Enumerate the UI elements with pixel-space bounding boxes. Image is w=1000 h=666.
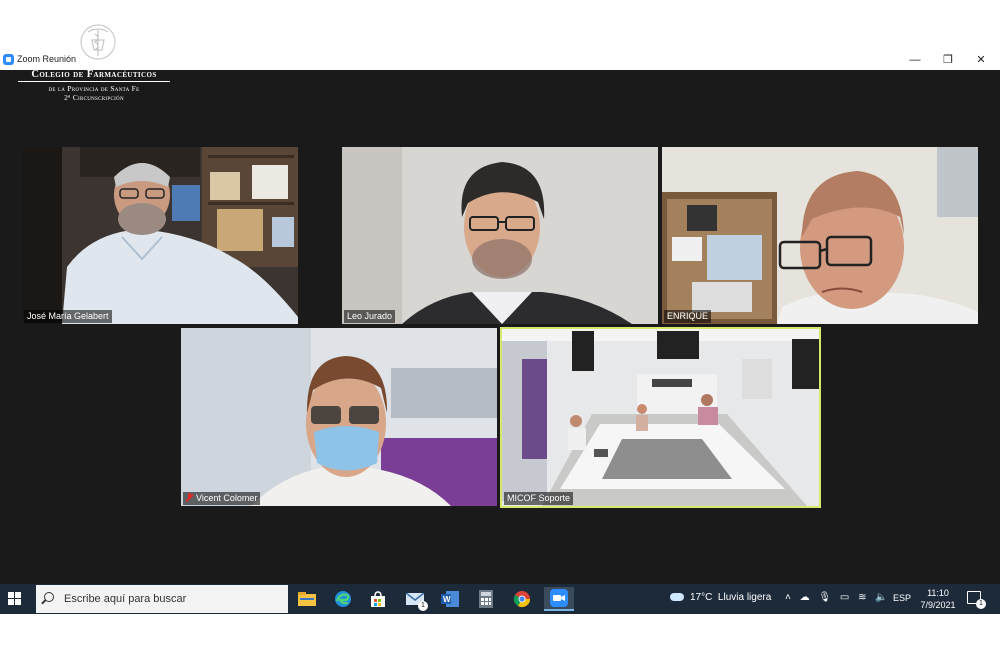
participant-tile-enrique[interactable]: ENRIQUE: [662, 147, 978, 324]
participant-name-text: Vicent Colomer: [196, 493, 258, 503]
participant-video: [502, 329, 819, 506]
system-tray: ˄ ☁ 🎙 ▭ ≋ 🔈: [785, 592, 894, 603]
logo-title: Colegio de Farmacéuticos: [18, 69, 170, 82]
search-icon: [44, 592, 54, 602]
logo-circumscription: 2ª Circunscripción: [64, 93, 124, 102]
participant-video: [181, 328, 497, 506]
calculator-icon[interactable]: [474, 587, 498, 611]
file-explorer-icon[interactable]: [295, 587, 319, 611]
meeting-gallery: José María Gelabert Leo Jurado ENRIQUE V…: [0, 70, 1000, 584]
word-icon[interactable]: W: [438, 587, 462, 611]
wifi-icon[interactable]: ≋: [858, 592, 866, 603]
pharmacy-emblem-icon: [80, 24, 116, 60]
weather-desc: Lluvia ligera: [717, 592, 772, 603]
muted-mic-icon: [186, 493, 193, 502]
participant-name-label: Vicent Colomer: [183, 492, 261, 505]
participant-tile-leo-jurado[interactable]: Leo Jurado: [342, 147, 658, 324]
mail-icon[interactable]: 1: [403, 587, 428, 611]
edge-icon[interactable]: [331, 587, 355, 611]
participant-tile-jose-maria-gelabert[interactable]: José María Gelabert: [22, 147, 298, 324]
store-icon[interactable]: [366, 587, 390, 611]
taskbar-clock[interactable]: 11:10 7/9/2021: [916, 587, 960, 611]
zoom-app-icon: [3, 54, 14, 65]
battery-icon[interactable]: ▭: [840, 592, 849, 603]
participant-video: [22, 147, 298, 324]
windows-start-button[interactable]: [8, 592, 22, 606]
clock-time: 11:10: [927, 588, 949, 598]
participant-name-label: José María Gelabert: [24, 310, 112, 323]
participant-video: [342, 147, 658, 324]
participant-video: [662, 147, 978, 324]
notification-badge: 1: [976, 599, 986, 609]
chevron-up-icon[interactable]: ˄: [785, 592, 791, 603]
rain-cloud-icon: [670, 593, 684, 601]
participant-name-label: Leo Jurado: [344, 310, 396, 323]
search-placeholder: Escribe aquí para buscar: [64, 593, 187, 605]
logo-subtitle: de la Provincia de Santa Fe: [48, 84, 140, 93]
volume-icon[interactable]: 🔈: [875, 592, 887, 603]
language-indicator[interactable]: ESP: [893, 593, 911, 603]
participant-name-label: ENRIQUE: [664, 310, 712, 323]
zoom-taskbar-icon[interactable]: [544, 587, 574, 611]
desktop-screen: Colegio de Farmacéuticos de la Provincia…: [0, 0, 1000, 666]
weather-widget[interactable]: 17°C Lluvia ligera: [670, 592, 771, 603]
chrome-icon[interactable]: [510, 587, 534, 611]
svg-text:W: W: [443, 595, 451, 604]
windows-taskbar: Escribe aquí para buscar 1 W 17°C Lluvia: [0, 584, 1000, 614]
onedrive-icon[interactable]: ☁: [800, 592, 810, 603]
minimize-button[interactable]: —: [902, 52, 928, 68]
close-button[interactable]: ✕: [968, 52, 994, 68]
participant-name-label: MICOF Soporte: [504, 492, 574, 505]
mail-badge: 1: [418, 601, 428, 611]
participant-tile-micof-soporte[interactable]: MICOF Soporte: [500, 327, 821, 508]
participant-tile-vicent-colomer[interactable]: Vicent Colomer: [181, 328, 497, 506]
maximize-button[interactable]: ❐: [935, 52, 961, 68]
weather-temp: 17°C: [690, 592, 713, 603]
clock-date: 7/9/2021: [920, 600, 956, 610]
taskbar-search-box[interactable]: Escribe aquí para buscar: [36, 585, 288, 613]
microphone-icon[interactable]: 🎙: [818, 592, 831, 603]
notification-center-icon[interactable]: 1: [967, 591, 986, 609]
college-logo: Colegio de Farmacéuticos de la Provincia…: [18, 20, 170, 102]
